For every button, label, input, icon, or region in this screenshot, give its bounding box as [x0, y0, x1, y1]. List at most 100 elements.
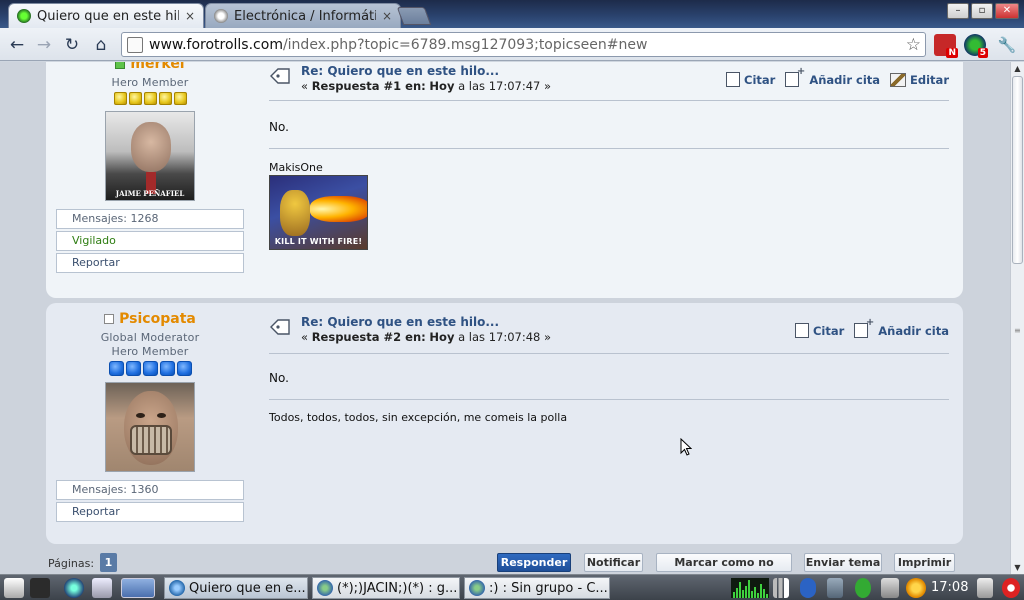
- signature-divider: [269, 148, 949, 149]
- browser-icon: [169, 580, 185, 596]
- home-icon[interactable]: ⌂: [90, 34, 112, 56]
- add-quote-icon: [785, 66, 805, 87]
- print-button[interactable]: Imprimir: [894, 553, 955, 572]
- taskbar-task[interactable]: (*);)JACIN;)(*) : g...: [312, 577, 460, 599]
- extension-badge: 5: [977, 48, 988, 58]
- reload-icon[interactable]: ↻: [61, 34, 83, 56]
- volume-icon[interactable]: [881, 578, 899, 598]
- username-text[interactable]: merkel: [130, 62, 184, 72]
- workspace-switcher-icon[interactable]: [121, 578, 155, 598]
- extension-badge: N: [946, 48, 958, 58]
- task-label: (*);)JACIN;)(*) : g...: [337, 580, 458, 596]
- post-meta: « Respuesta #2 en: Hoy a las 17:07:48 »: [301, 330, 551, 344]
- report-link[interactable]: Reportar: [56, 502, 244, 522]
- browser-launcher-icon[interactable]: [64, 578, 84, 598]
- rank-star-icon: [142, 361, 158, 376]
- bluetooth-icon[interactable]: [800, 578, 816, 598]
- signature-image-caption: KILL IT WITH FIRE!: [274, 237, 363, 246]
- maximize-button[interactable]: ▫: [971, 3, 993, 19]
- reply-day: Hoy: [429, 79, 455, 93]
- notify-button[interactable]: Notificar: [584, 553, 643, 572]
- mouse-cursor-icon: [680, 438, 692, 456]
- offline-status-icon: [104, 314, 115, 324]
- member-rank: Hero Member: [111, 345, 189, 358]
- quote-button[interactable]: Citar: [794, 323, 845, 338]
- extension-feed-icon[interactable]: N: [934, 34, 958, 58]
- poster-stats: Mensajes: 1268 Vigilado Reportar: [56, 209, 244, 273]
- avatar: JAIME PEÑAFIEL: [105, 111, 195, 201]
- forum-post: merkel Hero Member JAIME PEÑAFIEL Mensaj…: [46, 62, 963, 298]
- send-topic-button[interactable]: Enviar tema: [804, 553, 882, 572]
- signature-image: KILL IT WITH FIRE!: [269, 175, 368, 250]
- signature-text: Todos, todos, todos, sin excepción, me c…: [269, 411, 568, 424]
- vertical-scrollbar[interactable]: ▲ ≡ ▼: [1010, 62, 1024, 574]
- reply-number: Respuesta #1 en:: [311, 79, 426, 93]
- browser-toolbar: ← → ↻ ⌂ www.forotrolls.com /index.php?to…: [0, 28, 1024, 61]
- quote-label: Citar: [812, 323, 845, 338]
- task-label: Quiero que en e...: [189, 580, 306, 596]
- power-icon[interactable]: [1002, 578, 1020, 598]
- signature-divider: [269, 399, 949, 400]
- username[interactable]: merkel: [115, 62, 185, 72]
- rank-star-icon: [108, 361, 124, 376]
- scroll-up-icon[interactable]: ▲: [1011, 62, 1024, 75]
- reply-time: a las 17:07:48 »: [458, 330, 552, 344]
- username[interactable]: Psicopata: [104, 311, 196, 327]
- report-link-text[interactable]: Reportar: [72, 256, 120, 269]
- quote-icon: [726, 72, 740, 87]
- tab-close-icon[interactable]: ×: [382, 9, 392, 23]
- scroll-down-icon[interactable]: ▼: [1011, 561, 1024, 574]
- user-icon[interactable]: [977, 578, 993, 598]
- report-link[interactable]: Reportar: [56, 253, 244, 273]
- username-text[interactable]: Psicopata: [119, 311, 196, 327]
- edit-button[interactable]: Editar: [890, 72, 949, 87]
- scrollbar-thumb[interactable]: [1012, 76, 1023, 264]
- network-icon[interactable]: [827, 578, 843, 598]
- mark-unread-button[interactable]: Marcar como no leídos: [656, 553, 792, 574]
- taskbar-task[interactable]: Quiero que en e...: [164, 577, 308, 599]
- rank-star-icon: [128, 92, 142, 105]
- signal-strength-icon[interactable]: [773, 578, 789, 598]
- clock[interactable]: 17:08: [931, 580, 968, 595]
- minimize-button[interactable]: –: [947, 3, 969, 19]
- tab-close-icon[interactable]: ×: [185, 9, 195, 23]
- start-menu-icon[interactable]: [4, 578, 24, 598]
- add-quote-button[interactable]: Añadir cita: [785, 66, 880, 87]
- post-meta: « Respuesta #1 en: Hoy a las 17:07:47 »: [301, 79, 551, 93]
- bookmark-star-icon[interactable]: ☆: [906, 35, 921, 55]
- show-desktop-icon[interactable]: [30, 578, 50, 598]
- pages-label: Páginas:: [48, 557, 95, 570]
- wrench-icon[interactable]: 🔧: [996, 34, 1018, 56]
- forum-favicon-icon: [17, 9, 31, 23]
- address-bar[interactable]: www.forotrolls.com /index.php?topic=6789…: [121, 32, 926, 57]
- online-status-icon: [115, 62, 126, 69]
- quote-button[interactable]: Citar: [726, 72, 775, 87]
- status-green-icon[interactable]: [855, 578, 871, 598]
- new-tab-button[interactable]: [396, 7, 432, 25]
- add-quote-icon: [854, 317, 874, 338]
- extension-globe-icon[interactable]: 5: [964, 34, 988, 58]
- signature-text: MakisOne: [269, 161, 323, 174]
- post-subject-link[interactable]: Re: Quiero que en este hilo...: [301, 64, 499, 78]
- back-icon[interactable]: ←: [6, 34, 28, 56]
- cpu-monitor-graph: [731, 578, 769, 598]
- tab-strip: Quiero que en este hilo × Electrónica / …: [0, 0, 1024, 28]
- rank-stars: [56, 361, 244, 376]
- reply-button[interactable]: Responder: [497, 553, 571, 572]
- pagination-bar: Páginas: 1 Responder Notificar Marcar co…: [48, 552, 958, 574]
- post-count: Mensajes: 1360: [56, 480, 244, 500]
- weather-sun-icon[interactable]: [906, 578, 926, 598]
- page-content: merkel Hero Member JAIME PEÑAFIEL Mensaj…: [0, 62, 1010, 574]
- add-quote-button[interactable]: Añadir cita: [854, 317, 949, 338]
- tab-inactive[interactable]: Electrónica / Informátic ×: [205, 3, 401, 28]
- taskbar-task[interactable]: :) : Sin grupo - C...: [464, 577, 610, 599]
- report-link-text[interactable]: Reportar: [72, 505, 120, 518]
- post-subject-link[interactable]: Re: Quiero que en este hilo...: [301, 315, 499, 329]
- forward-icon[interactable]: →: [33, 34, 55, 56]
- member-group: Global Moderator: [100, 331, 200, 344]
- close-window-button[interactable]: ✕: [995, 3, 1019, 19]
- quote-label: Citar: [744, 72, 776, 87]
- tab-active[interactable]: Quiero que en este hilo ×: [8, 3, 204, 28]
- window-list-icon[interactable]: [92, 578, 112, 598]
- current-page[interactable]: 1: [100, 553, 117, 572]
